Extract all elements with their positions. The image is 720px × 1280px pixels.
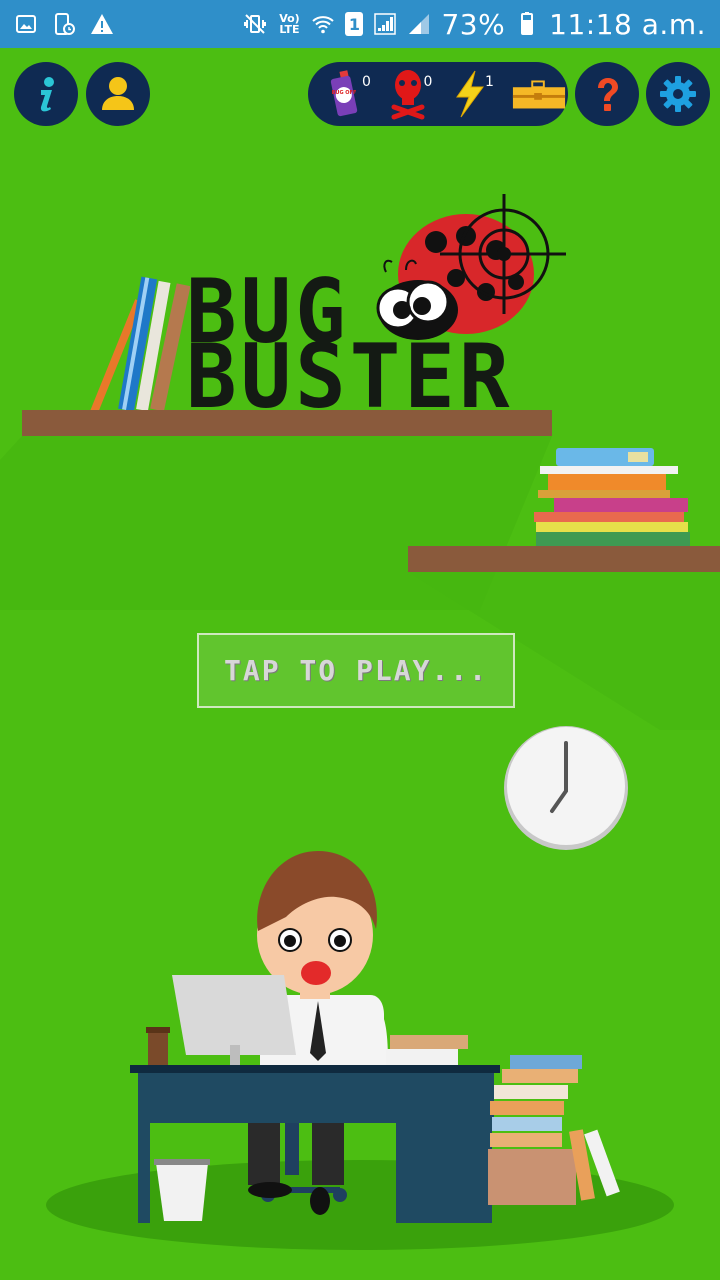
lte-label: LTE	[279, 23, 300, 36]
poison-count: 0	[423, 74, 433, 90]
toolbox-icon	[512, 80, 565, 109]
spray-label: BUG OFF	[332, 90, 357, 96]
bug-spray-item[interactable]: BUG OFF 0	[326, 62, 386, 126]
gear-icon	[660, 76, 696, 112]
toolbox-item[interactable]	[511, 62, 569, 126]
skull-crossbones-icon	[391, 70, 424, 120]
office-worker-illustration	[130, 851, 620, 1223]
help-button[interactable]	[575, 62, 639, 126]
sim-number: 1	[348, 14, 360, 34]
battery-percent: 73%	[441, 7, 506, 41]
title-line-2: BUSTER	[186, 325, 514, 428]
upper-shelf	[22, 410, 552, 436]
tap-to-play-label: TAP TO PLAY...	[223, 654, 488, 687]
volte-icon: Vo) LTE	[277, 12, 301, 36]
scheduled-notification-icon	[52, 12, 76, 36]
bug-spray-icon: BUG OFF	[330, 70, 358, 117]
lightning-icon	[456, 70, 484, 118]
status-bar: Vo) LTE 1 73% 11:18 a.m.	[0, 0, 720, 48]
bug-spray-count: 0	[362, 74, 371, 90]
lower-shelf	[408, 546, 720, 572]
ladybug-icon	[376, 194, 566, 340]
settings-button[interactable]	[646, 62, 710, 126]
signal-2-icon	[407, 12, 431, 36]
profile-button[interactable]	[86, 62, 150, 126]
wall-clock-icon	[504, 726, 628, 850]
books-leaning-icon	[89, 276, 190, 412]
sim-icon: 1	[345, 12, 364, 36]
vibrate-mute-icon	[243, 12, 267, 36]
gallery-notification-icon	[14, 12, 38, 36]
user-icon	[102, 77, 134, 110]
info-button[interactable]	[14, 62, 78, 126]
info-icon	[40, 77, 54, 112]
question-icon	[598, 78, 618, 111]
poison-item[interactable]: 0	[388, 62, 448, 126]
inventory-bar: BUG OFF 0 0 1	[308, 62, 568, 126]
signal-icon	[373, 12, 397, 36]
warning-icon	[90, 12, 114, 36]
lightning-count: 1	[485, 74, 494, 90]
book-stack-icon	[534, 448, 690, 546]
wifi-icon	[311, 12, 335, 36]
tap-to-play-button[interactable]: TAP TO PLAY...	[197, 633, 515, 708]
lightning-item[interactable]: 1	[449, 62, 509, 126]
clock: 11:18 a.m.	[549, 7, 706, 41]
battery-icon	[515, 12, 539, 36]
